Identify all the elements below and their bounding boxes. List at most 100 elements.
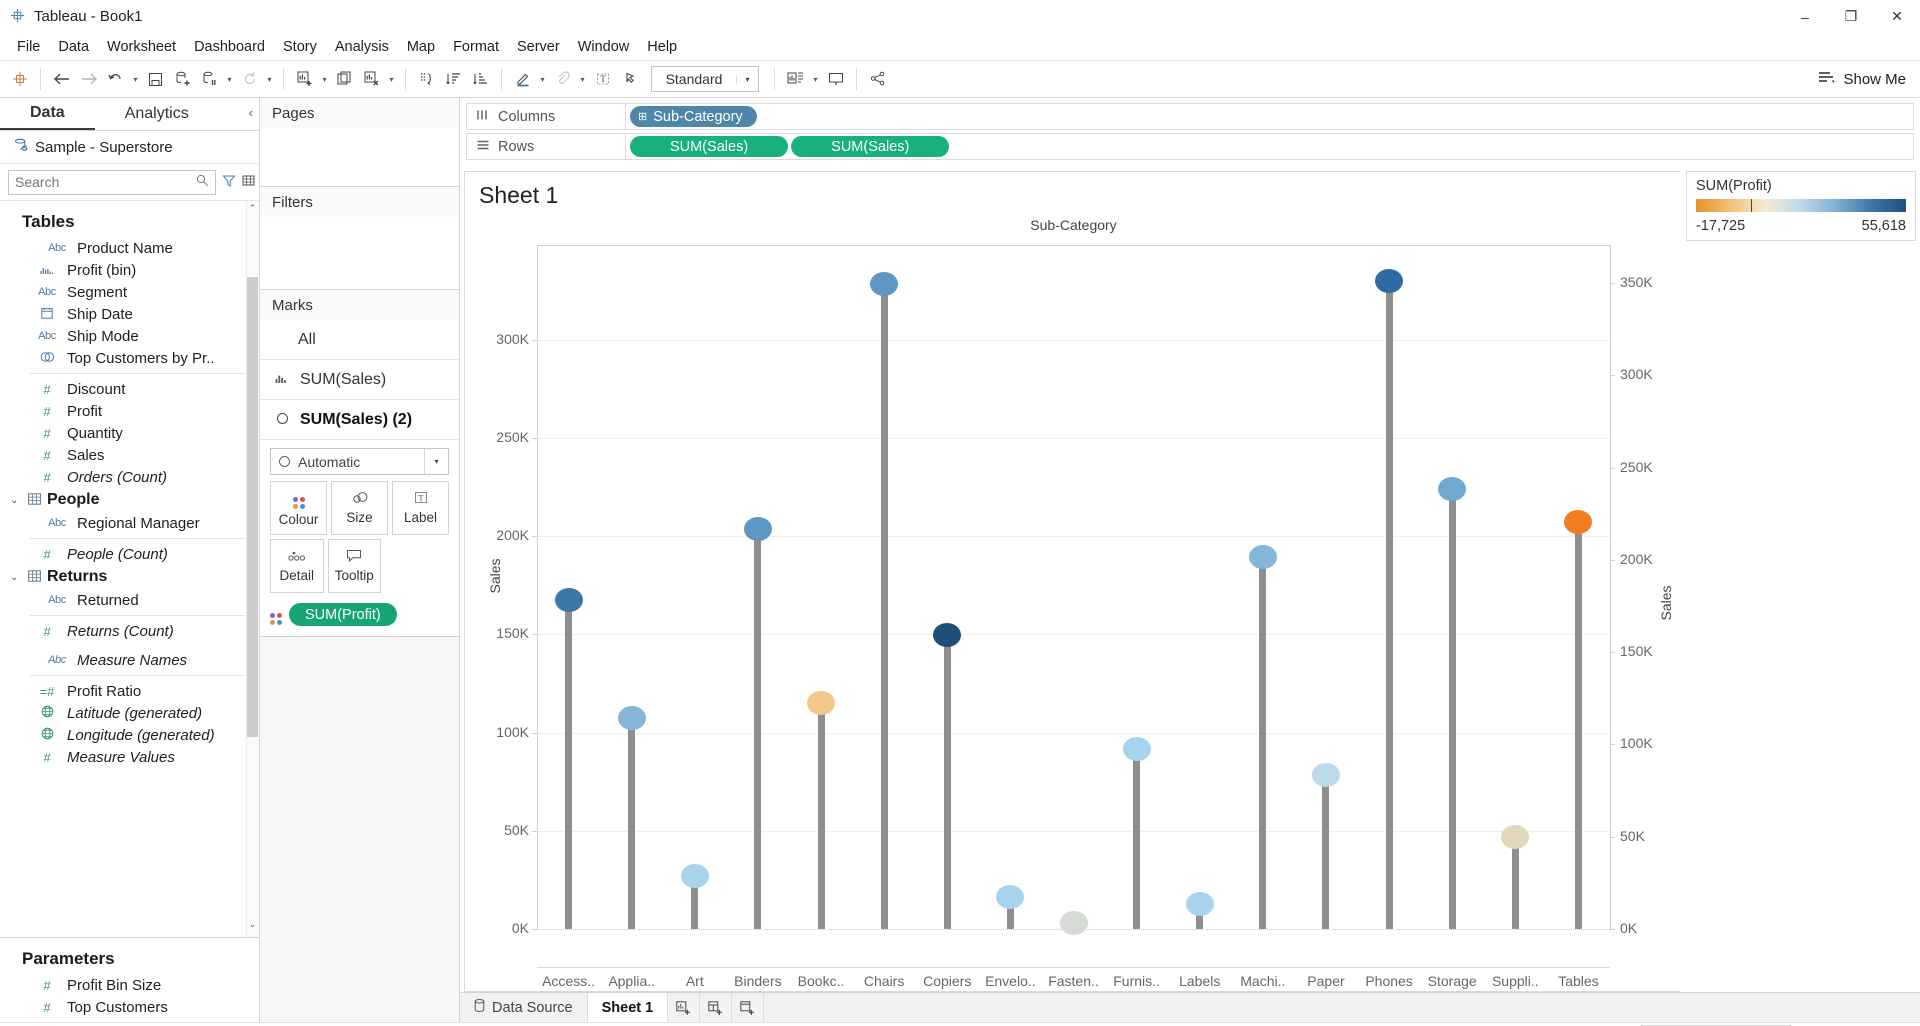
highlight-caret-icon[interactable]: ▾ — [536, 66, 549, 93]
mark-type-selector[interactable]: Automatic ▾ — [270, 448, 449, 475]
chevron-down-icon[interactable]: ⌄ — [10, 495, 22, 506]
mark-stem[interactable] — [1133, 749, 1140, 929]
chart-canvas[interactable]: Sub-Category0K50K100K150K200K250K300K0K5… — [465, 213, 1680, 991]
clear-sheet-icon[interactable] — [358, 66, 385, 93]
marks-row-sum-sales[interactable]: SUM(Sales) — [260, 360, 459, 400]
tab-sheet-1[interactable]: Sheet 1 — [588, 993, 669, 1022]
new-worksheet-icon[interactable] — [668, 993, 700, 1022]
presentation-mode-icon[interactable] — [782, 66, 809, 93]
field-profit[interactable]: # Profit — [0, 400, 259, 422]
scrollbar-thumb[interactable] — [247, 277, 258, 737]
parameter-profit-bin-size[interactable]: # Profit Bin Size — [0, 974, 259, 996]
refresh-caret-icon[interactable]: ▾ — [263, 66, 276, 93]
undo-caret-icon[interactable]: ▾ — [129, 66, 142, 93]
show-me-button[interactable]: Show Me — [1818, 71, 1906, 88]
mark-stem[interactable] — [1259, 557, 1266, 929]
columns-drop-zone[interactable]: ⊞ Sub-Category — [626, 103, 1914, 130]
group-caret-icon[interactable]: ▾ — [576, 66, 589, 93]
mark-stem[interactable] — [1575, 522, 1582, 929]
field-profit-bin[interactable]: Profit (bin) — [0, 259, 259, 281]
x-axis-tick-label[interactable]: Phones — [1358, 973, 1421, 989]
mark-stem[interactable] — [1512, 837, 1519, 929]
share-icon[interactable] — [864, 66, 891, 93]
clear-caret-icon[interactable]: ▾ — [385, 66, 398, 93]
field-top-customers-by-profit[interactable]: Top Customers by Pr.. — [0, 347, 259, 369]
menu-story[interactable]: Story — [274, 36, 326, 58]
field-returns-count[interactable]: # Returns (Count) — [0, 620, 259, 642]
presentation-caret-icon[interactable]: ▾ — [809, 66, 822, 93]
mark-stem[interactable] — [881, 284, 888, 929]
tableau-home-icon[interactable] — [6, 66, 33, 93]
swap-rows-columns-icon[interactable] — [413, 66, 440, 93]
menu-server[interactable]: Server — [508, 36, 569, 58]
mark-stem[interactable] — [1322, 775, 1329, 929]
mark-stem[interactable] — [1386, 281, 1393, 929]
x-axis-tick-label[interactable]: Machi.. — [1231, 973, 1294, 989]
x-axis-tick-label[interactable]: Storage — [1421, 973, 1484, 989]
x-axis-tick-label[interactable]: Suppli.. — [1484, 973, 1547, 989]
menu-data[interactable]: Data — [49, 36, 98, 58]
marks-pill-sum-profit[interactable]: SUM(Profit) — [289, 603, 397, 626]
x-axis-tick-label[interactable]: Envelo.. — [979, 973, 1042, 989]
pages-drop-zone[interactable] — [260, 128, 459, 186]
x-axis-tick-label[interactable]: Fasten.. — [1042, 973, 1105, 989]
search-input[interactable] — [8, 170, 216, 195]
mark-stem[interactable] — [944, 635, 951, 929]
menu-map[interactable]: Map — [398, 36, 444, 58]
pill-sub-category[interactable]: ⊞ Sub-Category — [630, 106, 757, 127]
tooltip-button[interactable]: Tooltip — [328, 539, 382, 593]
x-axis-tick-label[interactable]: Chairs — [853, 973, 916, 989]
field-orders-count[interactable]: # Orders (Count) — [0, 466, 259, 488]
x-axis-tick-label[interactable]: Copiers — [916, 973, 979, 989]
field-discount[interactable]: # Discount — [0, 378, 259, 400]
x-axis-tick-label[interactable]: Access.. — [537, 973, 600, 989]
filters-drop-zone[interactable] — [260, 217, 459, 289]
mark-point[interactable] — [681, 864, 709, 888]
new-worksheet-caret-icon[interactable]: ▾ — [318, 66, 331, 93]
field-product-name[interactable]: Abc Product Name — [0, 237, 259, 259]
close-button[interactable]: ✕ — [1874, 0, 1920, 33]
mark-stem[interactable] — [818, 703, 825, 929]
back-arrow-icon[interactable] — [48, 66, 75, 93]
field-ship-date[interactable]: Ship Date — [0, 303, 259, 325]
x-axis-tick-label[interactable]: Tables — [1547, 973, 1610, 989]
save-icon[interactable] — [142, 66, 169, 93]
minimize-button[interactable]: – — [1782, 0, 1828, 33]
menu-file[interactable]: File — [8, 36, 49, 58]
field-latitude-generated[interactable]: Latitude (generated) — [0, 702, 259, 724]
mark-point[interactable] — [933, 623, 961, 647]
mark-point[interactable] — [1249, 545, 1277, 569]
x-axis-tick-label[interactable]: Binders — [726, 973, 789, 989]
rows-shelf[interactable]: Rows SUM(Sales) SUM(Sales) — [466, 133, 1914, 160]
datasource-row[interactable]: Sample - Superstore — [0, 131, 259, 164]
mark-point[interactable] — [870, 272, 898, 296]
mark-stem[interactable] — [628, 718, 635, 929]
sort-ascending-icon[interactable] — [440, 66, 467, 93]
field-ship-mode[interactable]: Abc Ship Mode — [0, 325, 259, 347]
x-axis-tick-label[interactable]: Applia.. — [600, 973, 663, 989]
field-segment[interactable]: Abc Segment — [0, 281, 259, 303]
field-longitude-generated[interactable]: Longitude (generated) — [0, 724, 259, 746]
menu-dashboard[interactable]: Dashboard — [185, 36, 274, 58]
tab-data[interactable]: Data — [0, 98, 95, 130]
menu-help[interactable]: Help — [638, 36, 686, 58]
funnel-icon[interactable] — [222, 174, 236, 191]
field-sales[interactable]: # Sales — [0, 444, 259, 466]
mark-stem[interactable] — [754, 529, 761, 929]
x-axis-tick-label[interactable]: Labels — [1168, 973, 1231, 989]
field-returned[interactable]: Abc Returned — [0, 589, 259, 611]
new-data-source-icon[interactable] — [169, 66, 196, 93]
section-people[interactable]: ⌄ People — [0, 488, 259, 512]
label-button[interactable]: T Label — [392, 481, 449, 535]
mark-point[interactable] — [996, 885, 1024, 909]
group-members-icon[interactable] — [549, 66, 576, 93]
field-measure-values[interactable]: # Measure Values — [0, 746, 259, 768]
mark-point[interactable] — [1186, 892, 1214, 916]
highlight-icon[interactable] — [509, 66, 536, 93]
duplicate-sheet-icon[interactable] — [331, 66, 358, 93]
menu-analysis[interactable]: Analysis — [326, 36, 398, 58]
menu-window[interactable]: Window — [569, 36, 639, 58]
section-returns[interactable]: ⌄ Returns — [0, 565, 259, 589]
new-worksheet-icon[interactable] — [291, 66, 318, 93]
chevron-down-icon[interactable]: ⌄ — [247, 919, 258, 935]
